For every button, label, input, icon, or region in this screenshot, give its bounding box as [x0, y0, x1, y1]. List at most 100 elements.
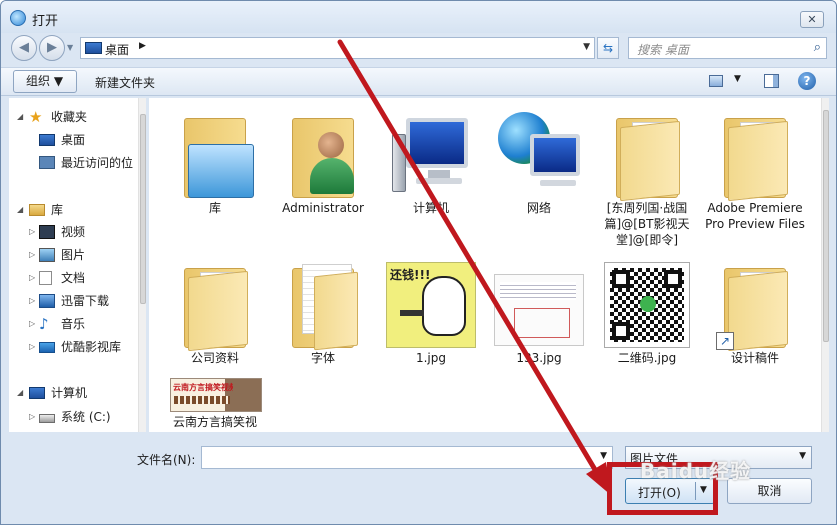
banner-caption: 云南方言搞笑视频: [173, 383, 233, 392]
sidebar-label: 迅雷下载: [61, 294, 110, 308]
file-name: Adobe Premiere Pro Preview Files: [705, 201, 805, 231]
file-item-premiere-folder[interactable]: Adobe Premiere Pro Preview Files: [701, 104, 809, 232]
chevron-down-icon[interactable]: ▼: [799, 451, 806, 461]
expand-arrow-icon[interactable]: ▷: [29, 269, 35, 287]
sidebar-label: 视频: [61, 225, 86, 239]
cancel-button[interactable]: 取消: [727, 478, 812, 504]
file-list-scrollbar[interactable]: [821, 98, 829, 432]
sidebar-label: 最近访问的位: [61, 156, 134, 170]
address-bar[interactable]: 桌面 ▶ ▼: [80, 37, 595, 59]
search-input[interactable]: 搜索 桌面 ⌕: [628, 37, 827, 59]
sidebar-label: 计算机: [51, 386, 88, 400]
file-item-dongzhou-folder[interactable]: [东周列国·战国篇]@[BT影视天堂]@[即令]: [593, 104, 701, 248]
open-dropdown-icon[interactable]: ▼: [700, 485, 707, 495]
address-location[interactable]: 桌面: [105, 41, 129, 58]
folder-icon: [170, 254, 260, 352]
sidebar-label: 图片: [61, 248, 86, 262]
split-divider: [695, 482, 696, 500]
file-item-fonts-folder[interactable]: 字体: [269, 254, 377, 366]
address-row: ◀ ▶ ▼ 桌面 ▶ ▼ ⇆ 搜索 桌面 ⌕: [1, 33, 836, 63]
search-icon[interactable]: ⌕: [814, 40, 821, 55]
file-name: 计算机: [412, 201, 449, 215]
music-note-icon: ♪: [39, 315, 49, 333]
filename-label: 文件名(N):: [137, 453, 196, 467]
file-name: [东周列国·战国篇]@[BT影视天堂]@[即令]: [604, 201, 690, 247]
file-type-value[interactable]: 图片文件: [630, 450, 678, 467]
history-dropdown-icon[interactable]: ▼: [67, 43, 73, 52]
back-button[interactable]: ◀: [11, 35, 37, 61]
user-folder-icon: [278, 104, 368, 200]
desktop-icon: [85, 42, 102, 54]
file-item-library[interactable]: 库: [161, 104, 269, 216]
expand-arrow-icon[interactable]: ▷: [29, 338, 35, 356]
expand-arrow-icon[interactable]: ▷: [29, 315, 35, 333]
file-item-network[interactable]: 网络: [485, 104, 593, 216]
computer-icon: [29, 387, 45, 399]
sidebar-label: 优酷影视库: [61, 340, 122, 354]
folder-icon: [710, 104, 800, 202]
scrollbar-thumb[interactable]: [823, 110, 829, 342]
video-library-icon: [39, 342, 55, 353]
shortcut-arrow-icon: ↗: [716, 332, 734, 350]
file-type-select[interactable]: 图片文件 ▼: [625, 446, 812, 469]
collapse-arrow-icon[interactable]: ◢: [17, 201, 23, 219]
view-dropdown-icon[interactable]: ▼: [734, 74, 741, 84]
expand-arrow-icon[interactable]: ▷: [29, 246, 35, 264]
file-item-computer[interactable]: 计算机: [377, 104, 485, 216]
refresh-button[interactable]: ⇆: [597, 37, 619, 59]
file-list: 库 Administrator 计算机 网络 [东周列国·战国篇]@[BT影视天…: [149, 98, 829, 432]
sidebar-scrollbar[interactable]: [138, 98, 146, 432]
sidebar-label: 库: [51, 203, 64, 217]
download-icon: [39, 294, 55, 308]
network-icon: [494, 104, 584, 200]
folder-icon: [278, 254, 368, 351]
expand-arrow-icon[interactable]: ▷: [29, 292, 35, 310]
app-icon: [10, 10, 26, 26]
window-title: 打开: [32, 14, 59, 29]
collapse-arrow-icon[interactable]: ◢: [17, 384, 23, 402]
sidebar-label: 收藏夹: [51, 110, 88, 124]
file-item-yunnan-video[interactable]: 云南方言搞笑视频 云南方言搞笑视: [161, 374, 269, 430]
scrollbar-thumb[interactable]: [140, 114, 146, 304]
open-file-dialog: 打开 ✕ ◀ ▶ ▼ 桌面 ▶ ▼ ⇆ 搜索 桌面 ⌕ 组织 ▼ 新建文件夹 ▼…: [0, 0, 837, 525]
file-item-administrator[interactable]: Administrator: [269, 104, 377, 216]
close-button[interactable]: ✕: [800, 11, 824, 28]
file-name: 字体: [310, 351, 335, 365]
star-icon: ★: [29, 108, 43, 126]
preview-pane-icon[interactable]: [764, 74, 779, 88]
file-item-design-shortcut[interactable]: ↗ 设计稿件: [701, 254, 809, 366]
file-name: 网络: [526, 201, 551, 215]
chevron-down-icon[interactable]: ▼: [600, 451, 607, 461]
file-name: 设计稿件: [730, 351, 779, 365]
file-name: 133.jpg: [516, 351, 562, 365]
file-name: 1.jpg: [415, 351, 447, 365]
chevron-right-icon[interactable]: ▶: [139, 41, 146, 51]
meme-caption: 还钱!!!: [390, 268, 431, 282]
expand-arrow-icon[interactable]: ▷: [29, 223, 35, 241]
open-label[interactable]: 打开(O): [638, 484, 681, 501]
file-item-company-folder[interactable]: 公司资料: [161, 254, 269, 366]
file-item-qrcode-jpg[interactable]: 二维码.jpg: [593, 254, 701, 366]
computer-icon: [386, 104, 476, 200]
file-name: 二维码.jpg: [617, 351, 677, 365]
image-thumbnail: 云南方言搞笑视频: [170, 374, 262, 414]
organize-button[interactable]: 组织 ▼: [13, 70, 77, 93]
title-bar: 打开 ✕: [1, 1, 836, 33]
expand-arrow-icon[interactable]: ▷: [29, 408, 35, 426]
filename-input[interactable]: ▼: [201, 446, 613, 469]
sidebar-label: 桌面: [61, 133, 86, 147]
new-folder-button[interactable]: 新建文件夹: [95, 74, 155, 91]
collapse-arrow-icon[interactable]: ◢: [17, 108, 23, 126]
recent-places-icon: [39, 156, 55, 169]
qr-code-thumbnail: [602, 254, 692, 350]
sidebar-label: 系统 (C:): [61, 410, 111, 424]
image-thumbnail: [494, 254, 584, 350]
file-item-1-jpg[interactable]: 还钱!!! 1.jpg: [377, 254, 485, 366]
open-button[interactable]: 打开(O) ▼: [625, 478, 715, 504]
file-item-133-jpg[interactable]: 133.jpg: [485, 254, 593, 366]
forward-button[interactable]: ▶: [39, 35, 65, 61]
help-icon[interactable]: ?: [798, 72, 816, 90]
view-icon[interactable]: [709, 75, 723, 87]
picture-icon: [39, 248, 55, 262]
address-dropdown-icon[interactable]: ▼: [583, 42, 590, 52]
